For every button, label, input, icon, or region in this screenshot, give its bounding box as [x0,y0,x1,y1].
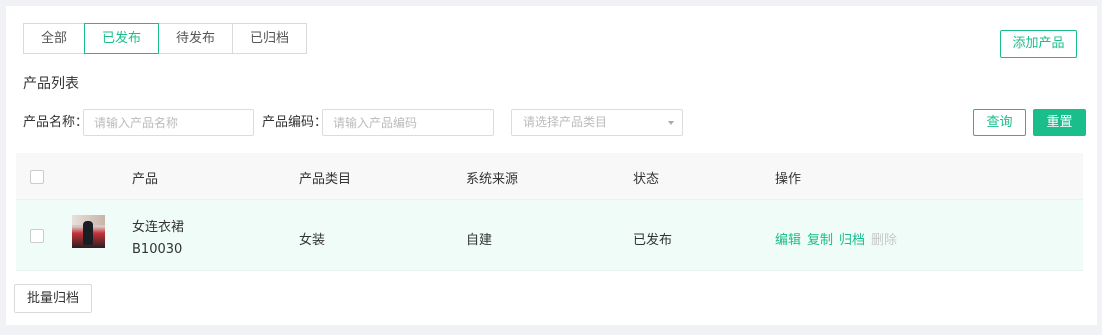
product-name-label: 产品名称： [23,115,89,130]
header-actions: 操作 [775,172,802,187]
product-table: 产品 产品类目 系统来源 状态 操作 女连衣裙 B10030 女装 自建 已发布… [16,153,1083,271]
product-code-label: 产品编码： [262,115,328,130]
product-name-input[interactable] [83,109,254,136]
tab-archived[interactable]: 已归档 [232,23,308,54]
category-select-placeholder: 请选择产品类目 [523,115,608,129]
delete-link: 删除 [871,233,898,248]
row-checkbox[interactable] [30,229,44,243]
tab-published[interactable]: 已发布 [84,23,160,54]
archive-link[interactable]: 归档 [839,229,865,248]
query-button[interactable]: 查询 [973,109,1026,136]
product-code-input[interactable] [322,109,494,136]
table-row: 女连衣裙 B10030 女装 自建 已发布 编辑 复制 归档 删除 [16,200,1083,271]
product-code: B10030 [132,242,183,257]
product-thumbnail[interactable] [72,215,105,248]
header-source: 系统来源 [466,172,519,187]
edit-link[interactable]: 编辑 [775,229,801,248]
product-management-panel: 全部 已发布 待发布 已归档 添加产品 产品列表 产品名称： 产品编码： 请选择… [6,6,1097,325]
status-tabs: 全部 已发布 待发布 已归档 [23,23,308,54]
add-product-button[interactable]: 添加产品 [1000,30,1077,58]
tab-all[interactable]: 全部 [23,23,86,54]
table-header: 产品 产品类目 系统来源 状态 操作 [16,153,1083,200]
category-select[interactable]: 请选择产品类目 [511,109,683,136]
reset-button[interactable]: 重置 [1033,109,1086,136]
row-actions: 编辑 复制 归档 删除 [775,229,897,248]
chevron-down-icon [668,121,674,125]
select-all-checkbox[interactable] [30,170,44,184]
header-status: 状态 [633,172,660,187]
tab-pending[interactable]: 待发布 [158,23,234,54]
header-product: 产品 [132,172,159,187]
header-category: 产品类目 [299,172,352,187]
product-source: 自建 [466,233,493,248]
product-name: 女连衣裙 [132,220,185,235]
section-title: 产品列表 [23,76,79,92]
product-status: 已发布 [633,233,673,248]
batch-archive-button[interactable]: 批量归档 [14,284,92,313]
copy-link[interactable]: 复制 [807,229,833,248]
product-category: 女装 [299,233,326,248]
